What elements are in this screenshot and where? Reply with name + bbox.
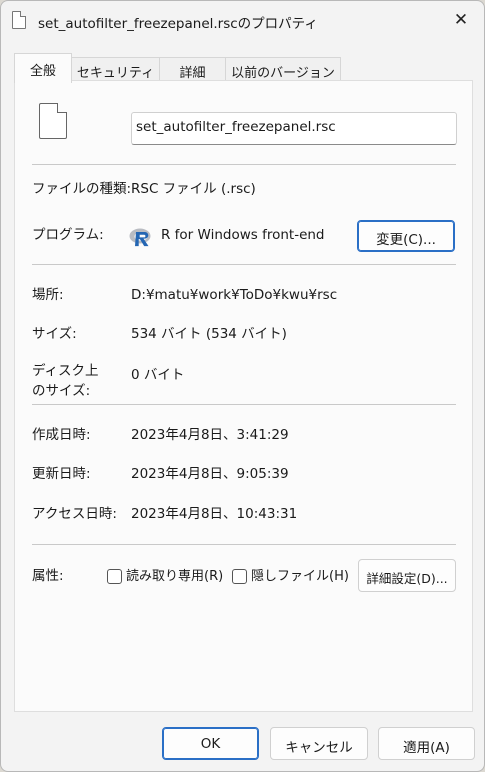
ok-button[interactable]: OK bbox=[162, 727, 259, 760]
tab-general[interactable]: 全般 bbox=[14, 53, 72, 83]
cancel-button[interactable]: キャンセル bbox=[270, 727, 368, 760]
disk-size-label-line1: ディスク上 bbox=[32, 363, 99, 379]
accessed-value: 2023年4月8日、10:43:31 bbox=[131, 506, 298, 522]
general-panel: set_autofilter_freezepanel.rsc ファイルの種類: … bbox=[14, 80, 473, 712]
close-button[interactable]: ✕ bbox=[438, 1, 484, 39]
location-value: D:¥matu¥work¥ToDo¥kwu¥rsc bbox=[131, 287, 338, 303]
type-value: RSC ファイル (.rsc) bbox=[131, 181, 256, 197]
apply-button[interactable]: 適用(A) bbox=[378, 727, 475, 760]
separator bbox=[32, 404, 456, 405]
accessed-label: アクセス日時: bbox=[32, 506, 117, 522]
created-value: 2023年4月8日、3:41:29 bbox=[131, 427, 289, 443]
modified-label: 更新日時: bbox=[32, 466, 91, 482]
hidden-label[interactable]: 隠しファイル(H) bbox=[251, 567, 349, 587]
created-label: 作成日時: bbox=[32, 427, 91, 443]
separator bbox=[32, 164, 456, 165]
window-title: set_autofilter_freezepanel.rscのプロパティ bbox=[38, 16, 318, 32]
size-value: 534 バイト (534 バイト) bbox=[131, 326, 287, 342]
type-label: ファイルの種類: bbox=[32, 181, 132, 197]
separator bbox=[32, 264, 456, 265]
size-label: サイズ: bbox=[32, 326, 77, 342]
title-bar: set_autofilter_freezepanel.rscのプロパティ ✕ bbox=[1, 1, 484, 41]
file-name-input[interactable]: set_autofilter_freezepanel.rsc bbox=[131, 112, 457, 145]
hidden-checkbox[interactable] bbox=[232, 569, 247, 584]
program-value: R for Windows front-end bbox=[161, 227, 325, 243]
change-button[interactable]: 変更(C)... bbox=[357, 220, 455, 252]
disk-size-label: ディスク上 のサイズ: bbox=[32, 361, 99, 401]
readonly-checkbox[interactable] bbox=[107, 569, 122, 584]
separator bbox=[32, 544, 456, 545]
advanced-button[interactable]: 詳細設定(D)... bbox=[358, 559, 456, 592]
program-label: プログラム: bbox=[32, 227, 104, 243]
close-icon: ✕ bbox=[453, 10, 469, 30]
modified-value: 2023年4月8日、9:05:39 bbox=[131, 466, 289, 482]
r-logo-icon bbox=[129, 228, 151, 247]
properties-window: set_autofilter_freezepanel.rscのプロパティ ✕ 全… bbox=[0, 0, 485, 772]
disk-size-value: 0 バイト bbox=[131, 367, 185, 383]
file-icon bbox=[12, 11, 26, 29]
location-label: 場所: bbox=[32, 287, 64, 303]
document-icon bbox=[39, 103, 67, 139]
disk-size-label-line2: のサイズ: bbox=[32, 383, 91, 399]
readonly-label[interactable]: 読み取り専用(R) bbox=[126, 567, 223, 587]
attributes-label: 属性: bbox=[32, 568, 64, 584]
